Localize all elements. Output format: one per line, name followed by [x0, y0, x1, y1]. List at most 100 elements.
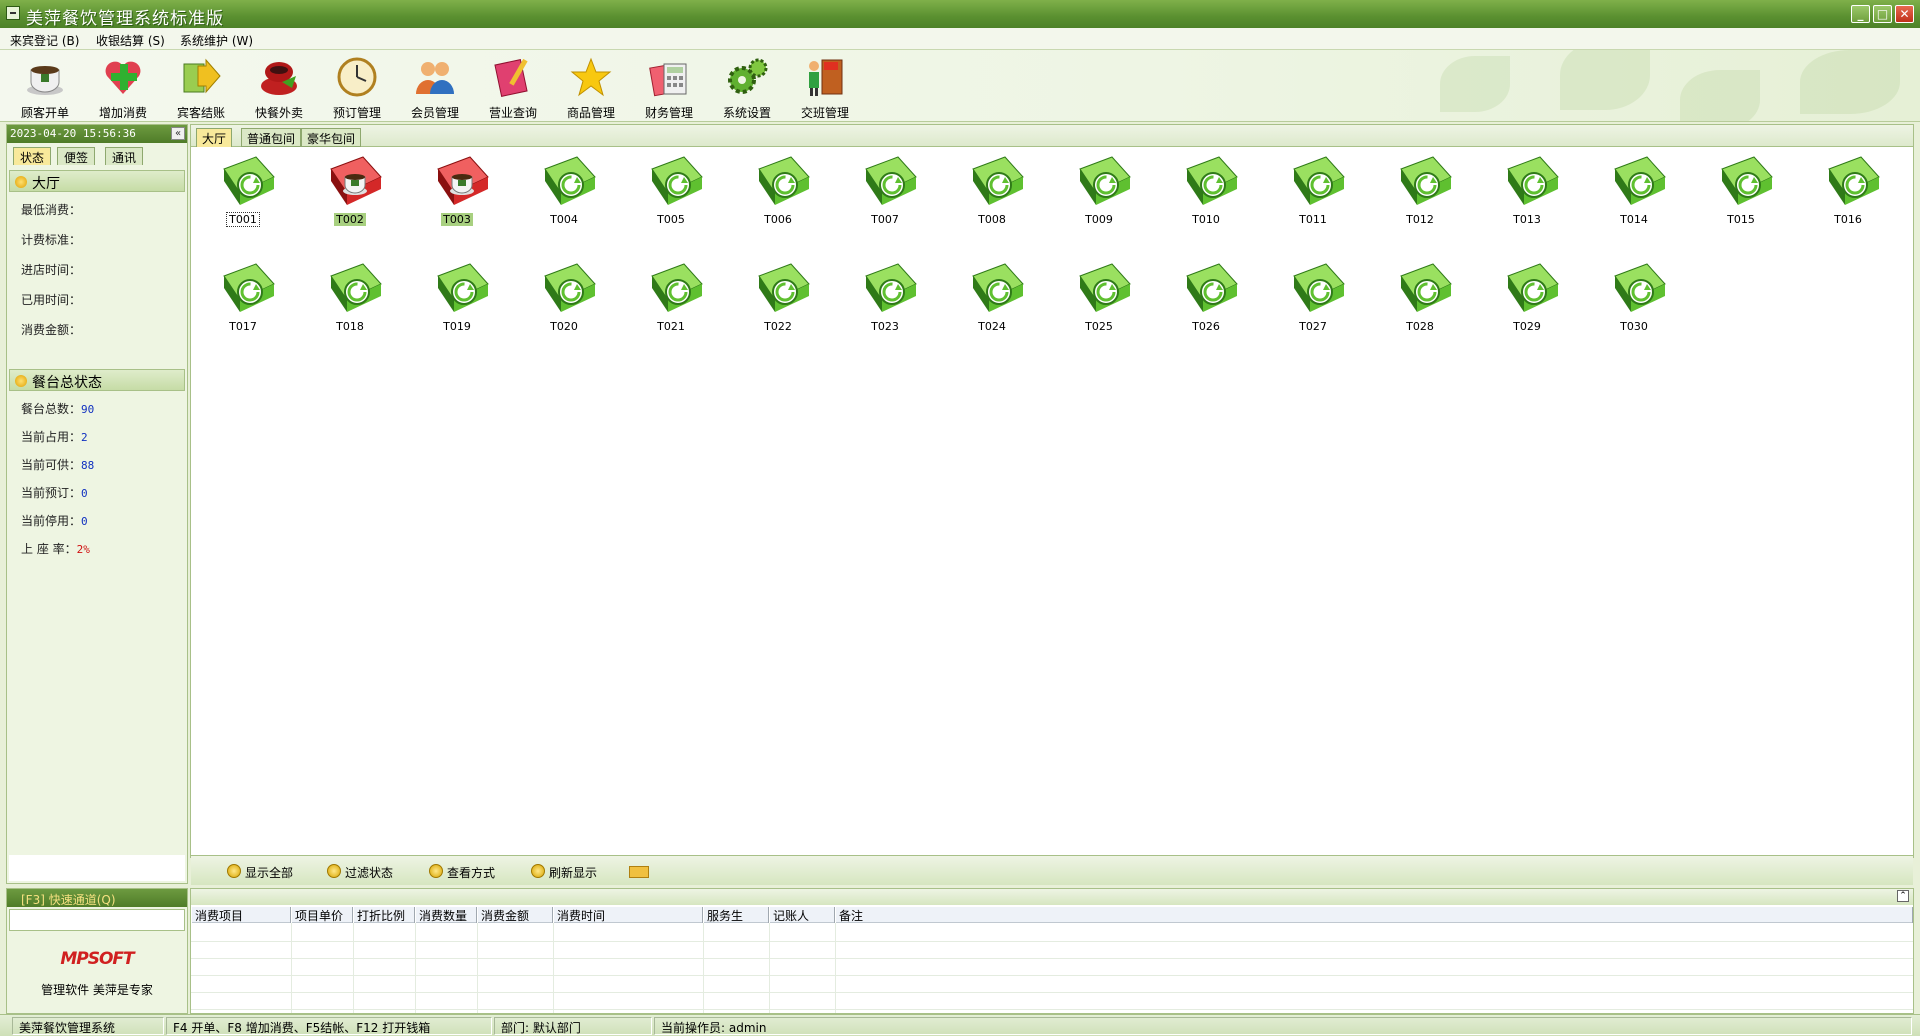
- column-header[interactable]: 消费项目: [191, 907, 291, 923]
- table-tile[interactable]: T007: [840, 149, 930, 239]
- table-tile[interactable]: T014: [1589, 149, 1679, 239]
- table-tile[interactable]: T020: [519, 256, 609, 346]
- table-id: T025: [1085, 320, 1113, 333]
- table-tile[interactable]: T011: [1268, 149, 1358, 239]
- refresh-button[interactable]: 刷新显示: [531, 864, 597, 881]
- table-label: T030: [1589, 320, 1679, 333]
- tab-luxury-room[interactable]: 豪华包间: [301, 128, 362, 147]
- column-header[interactable]: 备注: [835, 907, 1913, 923]
- grid-column-line: [553, 923, 554, 1013]
- folder-icon[interactable]: [629, 866, 649, 878]
- view-icon: [429, 864, 443, 878]
- table-tile[interactable]: T024: [947, 256, 1037, 346]
- occupied-table-icon: [432, 153, 492, 209]
- table-tile[interactable]: T018: [305, 256, 395, 346]
- table-tile[interactable]: T004: [519, 149, 609, 239]
- table-tile[interactable]: T012: [1375, 149, 1465, 239]
- table-tile[interactable]: T025: [1054, 256, 1144, 346]
- table-tile[interactable]: T002: [305, 149, 395, 239]
- table-tile[interactable]: T017: [198, 256, 288, 346]
- expand-grid-button[interactable]: ⌃: [1897, 890, 1909, 902]
- menu-guest-register[interactable]: 来宾登记 (B): [10, 32, 79, 49]
- column-header[interactable]: 记账人: [769, 907, 835, 923]
- table-tile[interactable]: T005: [626, 149, 716, 239]
- column-header[interactable]: 消费数量: [415, 907, 477, 923]
- column-header[interactable]: 服务生: [703, 907, 769, 923]
- table-tile[interactable]: T001: [198, 149, 288, 239]
- table-tile[interactable]: T029: [1482, 256, 1572, 346]
- table-tile[interactable]: T019: [412, 256, 502, 346]
- table-area-footer: 显示全部 过滤状态 查看方式 刷新显示: [191, 855, 1913, 885]
- section-bullet-icon: [15, 375, 27, 387]
- toolbar-button[interactable]: 系统设置: [712, 54, 782, 120]
- status-field-label: 计费标准：: [21, 233, 82, 247]
- status-field: 当前可供：88: [21, 456, 94, 473]
- toolbar-button-label: 系统设置: [722, 106, 771, 120]
- toolbar-button[interactable]: 宾客结账: [166, 54, 236, 120]
- toolbar-button[interactable]: 会员管理: [400, 54, 470, 120]
- column-header[interactable]: 消费时间: [553, 907, 703, 923]
- available-table-icon: [1502, 260, 1562, 316]
- status-field-label: 上 座 率：: [21, 542, 77, 556]
- star-icon: [570, 56, 612, 98]
- status-field-value: 2%: [76, 543, 90, 556]
- toolbar-button[interactable]: 交班管理: [790, 54, 860, 120]
- column-header[interactable]: 消费金额: [477, 907, 553, 923]
- toolbar-button[interactable]: 营业查询: [478, 54, 548, 120]
- available-table-icon: [860, 153, 920, 209]
- app-menu-icon[interactable]: [6, 6, 20, 20]
- column-header[interactable]: 打折比例: [353, 907, 415, 923]
- toolbar-button[interactable]: 预订管理: [322, 54, 392, 120]
- status-app-name: 美萍餐饮管理系统: [12, 1017, 164, 1035]
- toolbar-button[interactable]: 增加消费: [88, 54, 158, 120]
- table-label: T005: [626, 213, 716, 226]
- grid-row-line: [191, 1009, 1913, 1010]
- table-tile[interactable]: T016: [1803, 149, 1893, 239]
- view-mode-button[interactable]: 查看方式: [429, 864, 495, 881]
- toolbar-button[interactable]: 快餐外卖: [244, 54, 314, 120]
- tab-hall[interactable]: 大厅: [196, 128, 233, 147]
- menu-checkout[interactable]: 收银结算 (S): [96, 32, 165, 49]
- table-tile[interactable]: T013: [1482, 149, 1572, 239]
- table-tile[interactable]: T023: [840, 256, 930, 346]
- restore-button[interactable]: □: [1873, 5, 1892, 23]
- table-tile[interactable]: T015: [1696, 149, 1786, 239]
- show-all-button[interactable]: 显示全部: [227, 864, 293, 881]
- minimize-button[interactable]: _: [1851, 5, 1870, 23]
- table-tile[interactable]: T021: [626, 256, 716, 346]
- table-tile[interactable]: T028: [1375, 256, 1465, 346]
- collapse-panel-button[interactable]: «: [171, 127, 185, 140]
- table-tile[interactable]: T009: [1054, 149, 1144, 239]
- column-header[interactable]: 项目单价: [291, 907, 353, 923]
- status-field: 消费金额：: [21, 321, 81, 338]
- toolbar-button[interactable]: 商品管理: [556, 54, 626, 120]
- refresh-icon: [531, 864, 545, 878]
- table-label: T020: [519, 320, 609, 333]
- tab-contacts[interactable]: 通讯: [105, 147, 144, 165]
- tab-normal-room[interactable]: 普通包间: [241, 128, 302, 147]
- table-tile[interactable]: T006: [733, 149, 823, 239]
- menu-system[interactable]: 系统维护 (W): [180, 32, 253, 49]
- detail-toolbar: ⌃: [191, 889, 1913, 905]
- table-id: T029: [1513, 320, 1541, 333]
- table-tile[interactable]: T003: [412, 149, 502, 239]
- table-tile[interactable]: T022: [733, 256, 823, 346]
- quick-channel-input[interactable]: [9, 909, 185, 931]
- toolbar-button[interactable]: 顾客开单: [10, 54, 80, 120]
- table-tile[interactable]: T010: [1161, 149, 1251, 239]
- refresh-label: 刷新显示: [549, 866, 598, 880]
- occupied-table-icon: [325, 153, 385, 209]
- mpsoft-logo: MPSOFT: [60, 949, 134, 969]
- tab-status[interactable]: 状态: [13, 147, 52, 165]
- available-table-icon: [1609, 153, 1669, 209]
- filter-status-button[interactable]: 过滤状态: [327, 864, 393, 881]
- table-tile[interactable]: T030: [1589, 256, 1679, 346]
- table-label: T018: [305, 320, 395, 333]
- table-id: T015: [1727, 213, 1755, 226]
- tab-notes[interactable]: 便签: [57, 147, 96, 165]
- close-button[interactable]: ✕: [1895, 5, 1914, 23]
- toolbar-button[interactable]: 财务管理: [634, 54, 704, 120]
- table-tile[interactable]: T027: [1268, 256, 1358, 346]
- table-tile[interactable]: T026: [1161, 256, 1251, 346]
- table-tile[interactable]: T008: [947, 149, 1037, 239]
